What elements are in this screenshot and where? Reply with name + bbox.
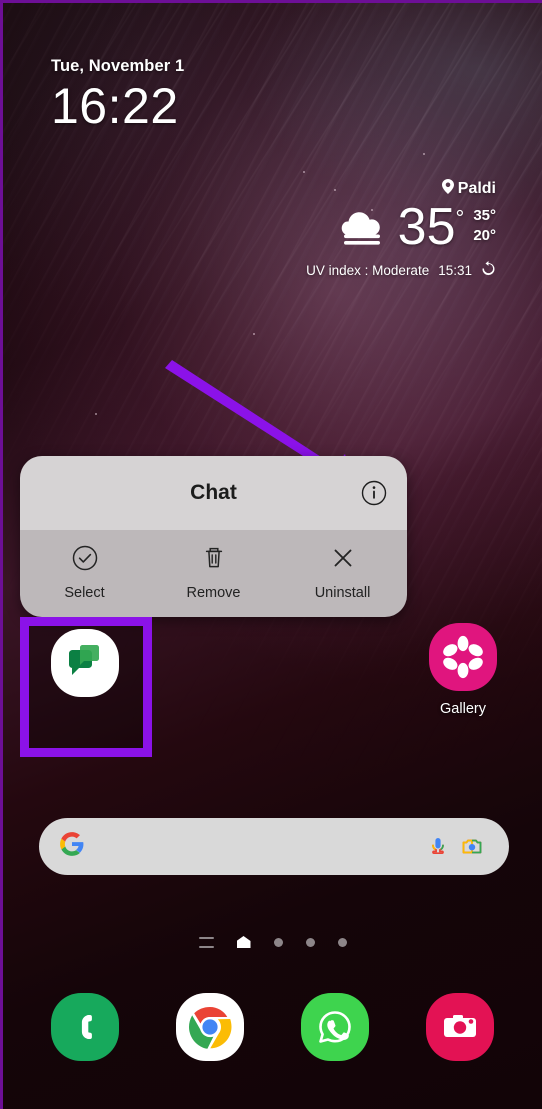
haze-cloud-icon <box>333 202 389 253</box>
time-text: 16:22 <box>51 78 179 134</box>
dock <box>3 993 542 1061</box>
context-menu-remove-label: Remove <box>186 585 241 601</box>
app-label-gallery: Gallery <box>440 701 486 717</box>
context-menu-select-label: Select <box>64 585 105 601</box>
context-menu-uninstall-action[interactable]: Uninstall <box>278 544 407 601</box>
page-indicator-2[interactable] <box>273 937 283 947</box>
whatsapp-icon <box>300 993 369 1061</box>
app-context-menu[interactable]: Chat Select Remove Uninstall <box>20 456 407 617</box>
weather-main-row: 35° 35° 20° <box>306 201 496 253</box>
page-indicator-4[interactable] <box>337 937 347 947</box>
google-g-icon <box>59 831 85 862</box>
weather-location-row: Paldi <box>306 179 496 199</box>
context-menu-app-title: Chat <box>190 481 237 504</box>
page-indicators <box>3 932 542 952</box>
chrome-icon <box>176 993 245 1061</box>
dock-item-chrome[interactable] <box>174 993 246 1061</box>
trash-icon <box>200 544 228 577</box>
context-menu-select-action[interactable]: Select <box>20 544 149 601</box>
weather-location-name: Paldi <box>457 180 496 197</box>
context-menu-header: Chat <box>20 456 407 530</box>
weather-high: 35° <box>473 206 496 224</box>
info-circle-icon[interactable] <box>359 478 389 508</box>
camera-icon <box>425 993 494 1061</box>
page-indicator-home[interactable] <box>236 936 251 948</box>
weather-high-low: 35° 20° <box>473 206 496 249</box>
weather-widget[interactable]: Paldi 35° 35° 20° UV index : Moderate 15… <box>306 179 496 279</box>
context-menu-uninstall-label: Uninstall <box>314 585 371 601</box>
dock-item-camera[interactable] <box>424 993 496 1061</box>
search-input[interactable] <box>85 818 421 875</box>
clock-widget[interactable]: Tue, November 1 16:22 <box>51 57 184 132</box>
google-lens-camera-icon[interactable] <box>455 830 489 864</box>
weather-low: 20° <box>473 227 496 244</box>
weather-temperature: 35° <box>397 198 465 256</box>
uv-index-text: UV index : Moderate <box>306 262 430 278</box>
dock-item-phone[interactable] <box>49 993 121 1061</box>
location-pin-icon <box>441 179 454 199</box>
app-icon-chat[interactable] <box>33 629 137 697</box>
phone-icon <box>51 993 120 1061</box>
context-menu-remove-action[interactable]: Remove <box>149 544 278 601</box>
wallpaper-speck <box>95 413 97 415</box>
date-text: Tue, November 1 <box>51 57 185 75</box>
check-circle-icon <box>71 544 99 577</box>
weather-sub-row: UV index : Moderate 15:31 <box>306 261 496 279</box>
dock-item-whatsapp[interactable] <box>299 993 371 1061</box>
wallpaper-speck <box>303 171 305 173</box>
app-icon-gallery[interactable]: Gallery <box>411 623 515 717</box>
close-x-icon <box>329 544 357 577</box>
wallpaper-speck <box>423 153 425 155</box>
wallpaper-speck <box>253 333 255 335</box>
page-indicator-3[interactable] <box>305 937 315 947</box>
samsung-gallery-icon <box>429 623 497 691</box>
google-chat-icon <box>51 629 119 697</box>
microphone-icon[interactable] <box>421 830 455 864</box>
refresh-icon[interactable] <box>481 261 496 279</box>
weather-updated-time: 15:31 <box>438 262 472 278</box>
page-indicator-feed[interactable] <box>198 936 214 948</box>
google-search-bar[interactable] <box>39 818 509 875</box>
context-menu-actions: Select Remove Uninstall <box>20 530 407 617</box>
phone-home-screen: Tue, November 1 16:22 Paldi 35° 35° 20° … <box>0 0 542 1109</box>
